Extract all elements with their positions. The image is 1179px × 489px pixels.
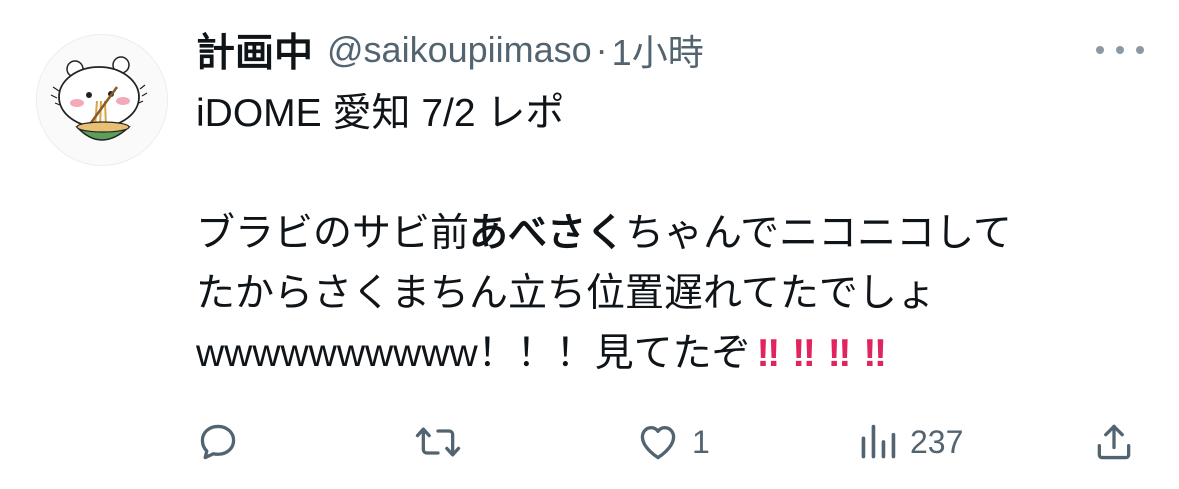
double-exclamation-emojis: ‼ ‼ ‼ ‼ bbox=[751, 332, 887, 375]
double-exclamation-icon: ‼ bbox=[792, 332, 816, 375]
double-exclamation-icon: ‼ bbox=[756, 332, 781, 375]
tweet-line-1: iDOME 愛知 7/2 レポ bbox=[196, 92, 565, 135]
tweet-header: 計画中 @saikoupiimaso · 1小時 bbox=[196, 22, 704, 78]
line3-pre: ブラビのサビ前 bbox=[196, 212, 470, 255]
line3-bold: あべさく bbox=[469, 212, 626, 255]
user-handle[interactable]: @saikoupiimaso bbox=[327, 29, 592, 71]
views-button[interactable]: 237 bbox=[858, 410, 963, 474]
retweet-icon bbox=[415, 427, 461, 457]
views-count: 237 bbox=[910, 423, 964, 460]
action-bar: 1 237 bbox=[0, 410, 1179, 474]
tweet-line-3: ブラビのサビ前あべさくちゃんでニコニコして bbox=[196, 204, 1146, 264]
heart-icon bbox=[640, 426, 676, 460]
reply-button[interactable] bbox=[196, 410, 252, 474]
share-button[interactable] bbox=[1092, 410, 1148, 474]
more-options-icon[interactable] bbox=[1096, 36, 1144, 64]
line3-post: ちゃんでニコニコして bbox=[625, 212, 1012, 255]
line5-text: wwwwwwwwww！！！見てたぞ bbox=[196, 332, 751, 375]
avatar-illustration bbox=[37, 35, 167, 165]
share-icon bbox=[1097, 424, 1131, 460]
tweet-line-5: wwwwwwwwww！！！見てたぞ ‼ ‼ ‼ ‼ bbox=[196, 324, 1146, 384]
retweet-button[interactable] bbox=[414, 410, 474, 474]
tweet-line-4: たからさくまちん立ち位置遅れてたでしょ bbox=[196, 272, 936, 315]
tweet-text: iDOME 愛知 7/2 レポ ブラビのサビ前あべさくちゃんでニコニコして たか… bbox=[196, 84, 1146, 384]
timestamp[interactable]: 1小時 bbox=[612, 24, 704, 76]
double-exclamation-icon: ‼ bbox=[827, 332, 852, 375]
display-name[interactable]: 計画中 bbox=[196, 22, 313, 78]
like-button[interactable]: 1 bbox=[636, 410, 710, 474]
avatar[interactable] bbox=[36, 34, 168, 166]
reply-icon bbox=[200, 424, 236, 460]
like-count: 1 bbox=[692, 423, 710, 460]
double-exclamation-icon: ‼ bbox=[863, 332, 887, 375]
separator-dot: · bbox=[595, 29, 608, 70]
views-icon bbox=[861, 424, 896, 459]
